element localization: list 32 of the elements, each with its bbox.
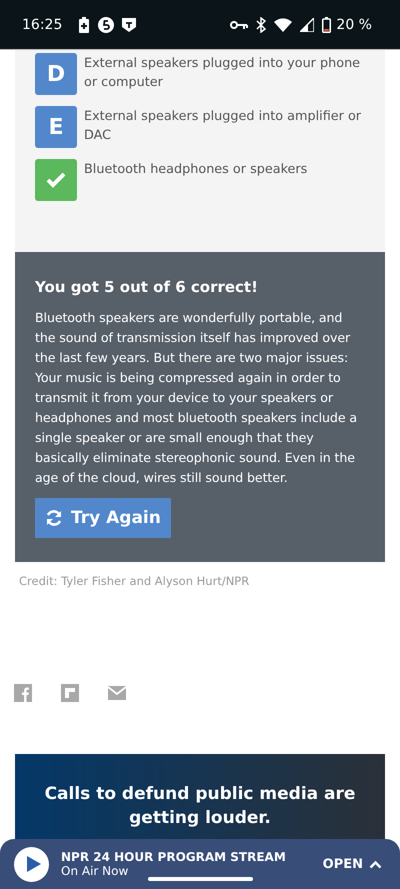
circle-icon: [98, 16, 114, 32]
answer-letter[interactable]: E: [35, 106, 77, 148]
result-text: Bluetooth speakers are wonderfully portable, and the sound of transmission itself has improved over the last few years. But there are two major issues: Your music is being compressed again in order to transmit it from your device to your speakers or headphones and most bluetooth speakers include a single speaker or are small enough that they basically eliminate stereophonic sound. Even in the age of the cloud, wires still sound better.: [35, 309, 358, 487]
credit-text: Credit: Tyler Fisher and Alyson Hurt/NPR: [19, 574, 250, 588]
answer-text: External speakers plugged into your phone or computer: [84, 55, 362, 92]
shield-icon: [122, 18, 136, 32]
answer-letter[interactable]: D: [35, 53, 77, 95]
stream-subtitle: On Air Now: [61, 864, 130, 878]
facebook-icon[interactable]: [14, 684, 32, 702]
checkmark-icon: [46, 172, 66, 188]
battery-percent: 20 %: [336, 16, 372, 32]
status-time: 16:25: [22, 16, 62, 32]
battery-saver-icon: [78, 16, 90, 32]
signal-icon: [300, 18, 314, 32]
answer-text: External speakers plugged into amplifier or DAC: [84, 108, 362, 145]
try-again-button[interactable]: Try Again: [35, 498, 171, 538]
open-button[interactable]: OPEN: [322, 856, 382, 872]
play-icon: [26, 856, 40, 872]
key-icon: [230, 20, 248, 30]
correct-answer-badge[interactable]: [35, 159, 77, 201]
banner-headline: Calls to defund public media are getting louder.: [44, 783, 356, 830]
flipboard-icon[interactable]: [61, 684, 79, 702]
refresh-icon: [45, 509, 63, 527]
bluetooth-icon: [256, 16, 266, 32]
wifi-icon: [274, 18, 292, 32]
email-icon[interactable]: [108, 686, 126, 700]
chevron-up-icon: [369, 860, 382, 868]
result-title: You got 5 out of 6 correct!: [35, 278, 259, 296]
stream-title: NPR 24 HOUR PROGRAM STREAM: [61, 850, 287, 864]
play-button[interactable]: [14, 846, 49, 882]
battery-icon: [322, 16, 332, 32]
answer-text: Bluetooth headphones or speakers: [84, 161, 308, 179]
